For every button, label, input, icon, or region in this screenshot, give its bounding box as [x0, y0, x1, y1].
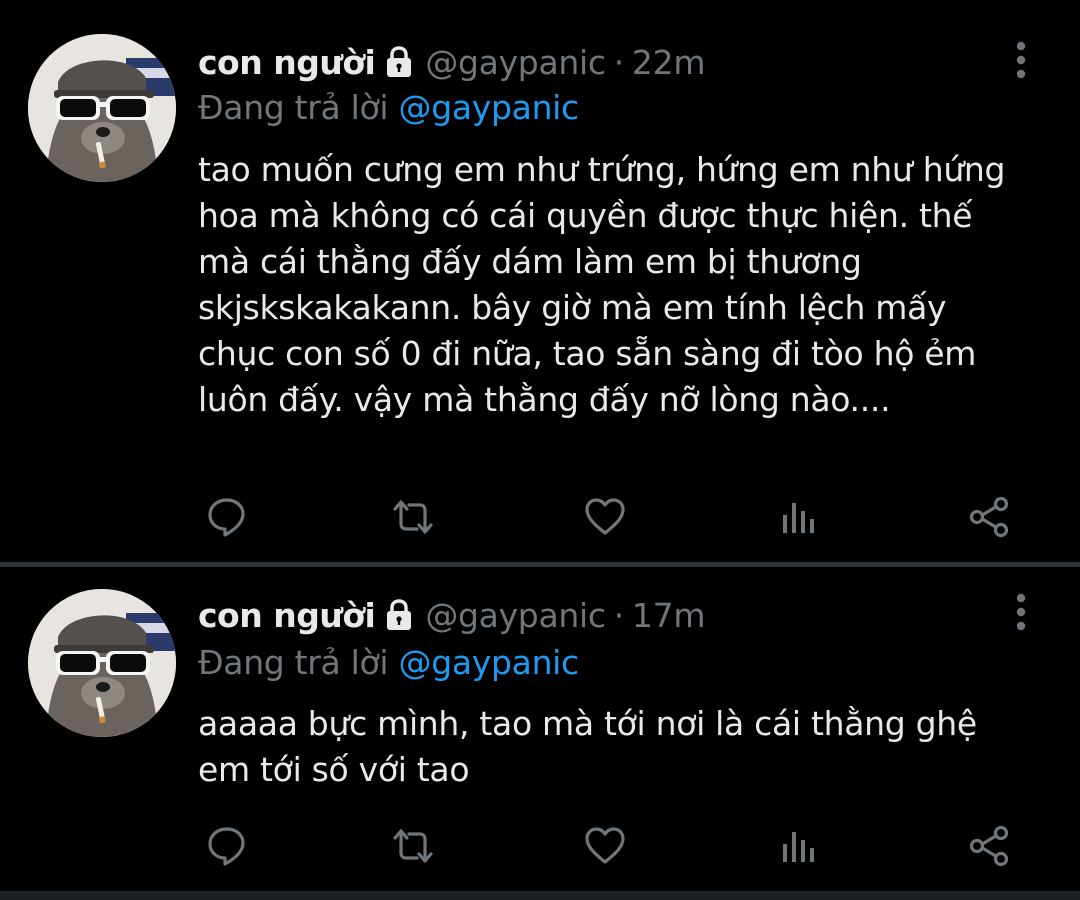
analytics-button[interactable]	[772, 492, 822, 542]
tweet[interactable]: con người @gaypanic · 17m Đang trả lời @…	[0, 567, 1080, 891]
retweet-icon	[393, 829, 433, 863]
separator-dot: ·	[613, 595, 625, 635]
replying-to: Đang trả lời @gaypanic	[198, 88, 579, 127]
lock-icon	[383, 598, 415, 632]
retweet-button[interactable]	[388, 821, 438, 871]
tweet-actions	[0, 821, 1080, 871]
reply-handle-link[interactable]: @gaypanic	[399, 88, 580, 127]
reply-icon	[208, 827, 245, 866]
avatar[interactable]	[28, 34, 176, 182]
reply-prefix: Đang trả lời	[198, 88, 389, 127]
reply-button[interactable]	[202, 492, 252, 542]
user-handle[interactable]: @gaypanic	[425, 596, 606, 635]
like-icon	[585, 827, 625, 864]
raccoon-avatar-image	[28, 34, 176, 182]
share-icon	[969, 496, 1009, 538]
tweet-header: con người @gaypanic · 17m	[198, 585, 705, 645]
like-button[interactable]	[580, 821, 630, 871]
display-name[interactable]: con người	[198, 43, 376, 82]
timestamp[interactable]: 17m	[632, 596, 706, 635]
separator-dot: ·	[613, 42, 625, 82]
tweet-text: aaaaa bực mình, tao mà tới nơi là cái th…	[198, 704, 977, 789]
retweet-button[interactable]	[388, 492, 438, 542]
reply-handle-link[interactable]: @gaypanic	[399, 643, 580, 682]
like-icon	[585, 498, 625, 535]
more-options-icon[interactable]	[1008, 592, 1034, 632]
analytics-button[interactable]	[772, 821, 822, 871]
tweet-divider	[0, 891, 1080, 900]
reply-button[interactable]	[202, 821, 252, 871]
replying-to: Đang trả lời @gaypanic	[198, 643, 579, 682]
lock-icon	[383, 45, 415, 79]
tweet-actions	[0, 492, 1080, 542]
avatar[interactable]	[28, 589, 176, 737]
tweet-text: tao muốn cưng em như trứng, hứng em như …	[198, 150, 1006, 419]
raccoon-avatar-image	[28, 589, 176, 737]
analytics-icon	[783, 832, 814, 862]
more-options-icon[interactable]	[1008, 40, 1034, 80]
tweet[interactable]: con người @gaypanic · 22m Đang trả lời @…	[0, 0, 1080, 562]
display-name[interactable]: con người	[198, 596, 376, 635]
user-handle[interactable]: @gaypanic	[425, 43, 606, 82]
timestamp[interactable]: 22m	[632, 43, 706, 82]
like-button[interactable]	[580, 492, 630, 542]
share-button[interactable]	[964, 492, 1014, 542]
share-button[interactable]	[964, 821, 1014, 871]
reply-icon	[208, 498, 245, 537]
reply-prefix: Đang trả lời	[198, 643, 389, 682]
share-icon	[969, 825, 1009, 867]
retweet-icon	[393, 500, 433, 534]
analytics-icon	[783, 503, 814, 533]
tweet-header: con người @gaypanic · 22m	[198, 32, 705, 92]
